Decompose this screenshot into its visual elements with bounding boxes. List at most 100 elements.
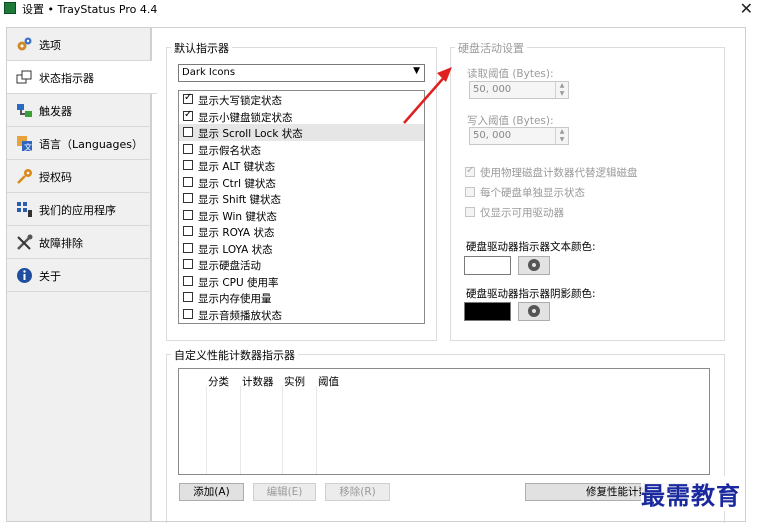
sidebar-item-label: 触发器	[39, 105, 72, 118]
sidebar-item-label: 我们的应用程序	[39, 204, 116, 217]
physical-disk-checkbox[interactable]: ✓	[465, 165, 475, 177]
app-icon	[4, 2, 16, 14]
checkbox[interactable]	[183, 210, 193, 220]
add-button[interactable]: 添加(A)	[179, 483, 244, 501]
sidebar-item-license[interactable]: 授权码	[7, 160, 152, 193]
group-title: 自定义性能计数器指示器	[171, 347, 298, 363]
info-icon	[17, 268, 32, 283]
apps-icon	[17, 202, 32, 217]
available-only-checkbox[interactable]	[465, 207, 475, 217]
checkbox[interactable]	[183, 259, 193, 269]
list-item[interactable]: 显示 ALT 键状态	[179, 157, 424, 174]
column-divider	[316, 386, 317, 474]
list-item[interactable]: 显示音频播放状态	[179, 306, 424, 323]
watermark: 最需教育	[641, 476, 741, 511]
tools-icon	[17, 234, 33, 250]
key-icon	[17, 169, 32, 184]
write-threshold-label: 写入阈值 (Bytes):	[467, 115, 554, 127]
sidebar-item-our-apps[interactable]: 我们的应用程序	[7, 193, 152, 226]
column-header[interactable]: 阈值	[318, 374, 339, 389]
list-item[interactable]: 显示 Win 键状态	[179, 207, 424, 224]
checkbox[interactable]	[183, 243, 193, 253]
edit-button[interactable]: 编辑(E)	[253, 483, 316, 501]
list-item-label: 显示 Shift 键状态	[198, 194, 282, 206]
spin-arrows-icon[interactable]: ▲ ▼	[555, 128, 568, 144]
gears-icon	[17, 37, 32, 51]
list-item[interactable]: 显示 Ctrl 键状态	[179, 174, 424, 191]
palette-icon	[528, 259, 540, 271]
list-item[interactable]: 显示 LOYA 状态	[179, 240, 424, 257]
list-item-label: 显示 Ctrl 键状态	[198, 178, 276, 190]
column-header[interactable]: 计数器	[242, 374, 274, 389]
sidebar-item-about[interactable]: 关于	[7, 259, 152, 292]
checkbox[interactable]: ✓	[183, 92, 193, 104]
checkbox[interactable]	[183, 292, 193, 302]
checkbox[interactable]: ✓	[183, 109, 193, 121]
list-item[interactable]: 显示 Scroll Lock 状态	[179, 124, 424, 141]
sidebar-item-triggers[interactable]: 触发器	[7, 94, 152, 127]
checkbox[interactable]	[183, 177, 193, 187]
per-drive-label: 每个硬盘单独显示状态	[480, 187, 585, 199]
sidebar-item-label: 语言（Languages）	[39, 138, 144, 151]
list-item[interactable]: 显示 Shift 键状态	[179, 190, 424, 207]
checkbox[interactable]	[183, 127, 193, 137]
indicator-list[interactable]: ✓ 显示大写锁定状态 ✓ 显示小键盘锁定状态 显示 Scroll Lock 状态 显…	[178, 90, 425, 324]
write-threshold-input[interactable]: 50, 000 ▲ ▼	[469, 127, 569, 145]
text-color-button[interactable]	[518, 256, 550, 275]
available-only-label: 仅显示可用驱动器	[480, 207, 564, 219]
sidebar-item-label: 选项	[39, 39, 61, 52]
checkbox[interactable]	[183, 226, 193, 236]
list-item-label: 显示音频播放状态	[198, 310, 282, 322]
svg-text:文: 文	[24, 142, 32, 152]
list-item[interactable]: 显示内存使用量	[179, 289, 424, 306]
list-item-label: 显示 LOYA 状态	[198, 244, 273, 256]
sidebar-item-troubleshoot[interactable]: 故障排除	[7, 226, 152, 259]
list-item[interactable]: 显示硬盘活动	[179, 256, 424, 273]
sidebar-item-label: 关于	[39, 270, 61, 283]
list-item-label: 显示假名状态	[198, 145, 261, 157]
theme-value: Dark Icons	[182, 67, 236, 78]
counters-table[interactable]: 分类 计数器 实例 阈值	[178, 368, 710, 475]
spin-arrows-icon[interactable]: ▲ ▼	[555, 82, 568, 98]
checkbox[interactable]	[183, 309, 193, 319]
list-item-label: 显示 Win 键状态	[198, 211, 277, 223]
text-color-label: 硬盘驱动器指示器文本颜色:	[466, 241, 596, 253]
list-item-label: 显示硬盘活动	[198, 260, 261, 272]
list-item-label: 显示小键盘锁定状态	[198, 112, 293, 124]
list-item-label: 显示 Scroll Lock 状态	[198, 128, 303, 140]
list-item[interactable]: 显示 ROYA 状态	[179, 223, 424, 240]
shadow-color-button[interactable]	[518, 302, 550, 321]
group-title: 默认指示器	[171, 40, 232, 56]
read-threshold-value: 50, 000	[473, 84, 512, 95]
column-divider	[282, 386, 283, 474]
sidebar-item-options[interactable]: 选项	[7, 28, 152, 61]
column-header[interactable]: 实例	[284, 374, 305, 389]
text-color-swatch	[464, 256, 511, 275]
list-item-label: 显示内存使用量	[198, 293, 272, 305]
checkbox[interactable]	[183, 160, 193, 170]
write-threshold-value: 50, 000	[473, 130, 512, 141]
list-item[interactable]: 显示 CPU 使用率	[179, 273, 424, 290]
read-threshold-input[interactable]: 50, 000 ▲ ▼	[469, 81, 569, 99]
sidebar-item-label: 授权码	[39, 171, 72, 184]
remove-button[interactable]: 移除(R)	[325, 483, 390, 501]
checkbox[interactable]	[183, 144, 193, 154]
palette-icon	[528, 305, 540, 317]
list-item[interactable]: 显示假名状态	[179, 141, 424, 158]
checkbox[interactable]	[183, 193, 193, 203]
sidebar: 选项 状态指示器 触发器 文 语言（Languages） 授权码 我们的应用程序…	[6, 27, 157, 522]
window-scrollbar[interactable]	[746, 18, 765, 522]
close-button[interactable]: ✕	[740, 0, 753, 18]
list-item-label: 显示大写锁定状态	[198, 95, 282, 107]
theme-dropdown[interactable]: Dark Icons ▼	[178, 64, 425, 82]
language-icon: 文	[17, 136, 32, 152]
checkbox[interactable]	[183, 276, 193, 286]
sidebar-item-status-indicators[interactable]: 状态指示器	[7, 61, 157, 94]
list-item[interactable]: ✓ 显示大写锁定状态	[179, 91, 424, 108]
window-title: 设置 • TrayStatus Pro 4.4	[22, 3, 158, 16]
sidebar-item-label: 状态指示器	[39, 72, 94, 85]
sidebar-item-language[interactable]: 文 语言（Languages）	[7, 127, 152, 160]
per-drive-checkbox[interactable]	[465, 187, 475, 197]
list-item[interactable]: ✓ 显示小键盘锁定状态	[179, 108, 424, 125]
column-header[interactable]: 分类	[208, 374, 229, 389]
